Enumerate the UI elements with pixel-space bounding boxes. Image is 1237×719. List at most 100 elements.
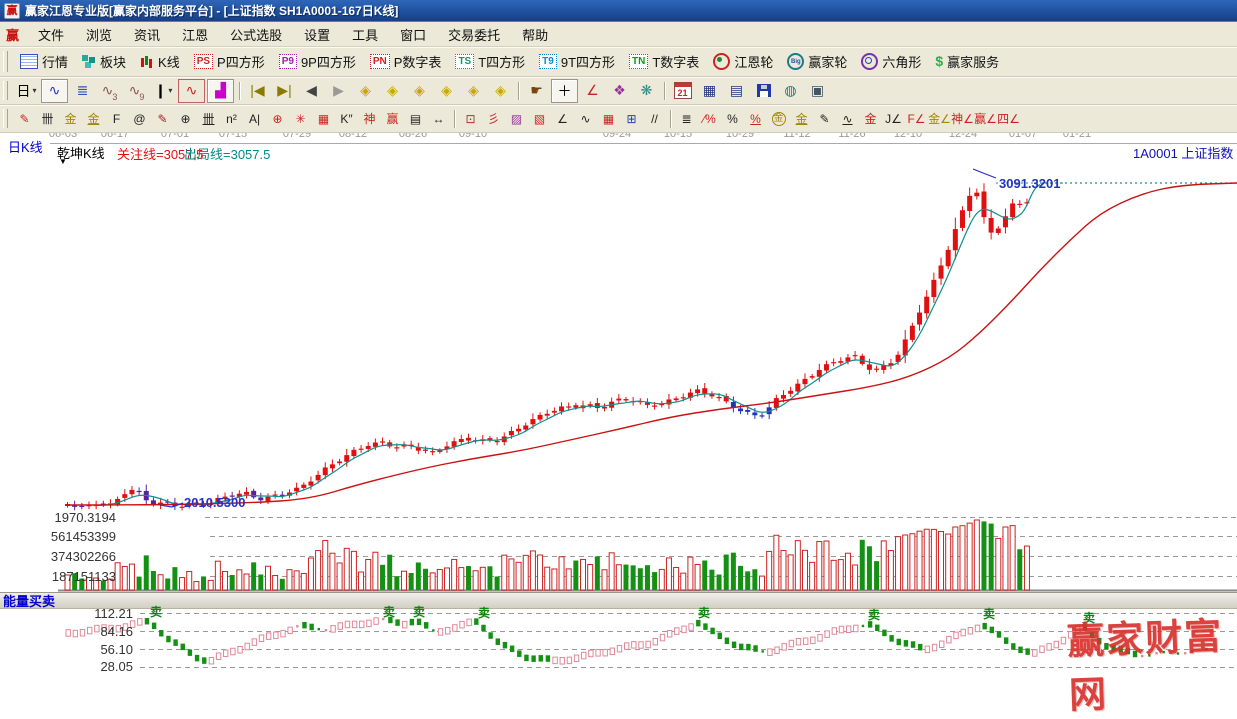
pen-tool[interactable]: ✎	[13, 108, 36, 129]
gold-box-tool[interactable]: 金	[859, 108, 882, 129]
parallel-lines-tool[interactable]: //	[643, 108, 666, 129]
gold-angle-tool[interactable]: 金∠	[928, 108, 951, 129]
square-grid-tool[interactable]: ▦	[312, 108, 335, 129]
crosshair-tool[interactable]: ＋	[551, 79, 578, 103]
period-label[interactable]: 日K线	[8, 137, 43, 156]
menu-item-7[interactable]: 窗口	[389, 25, 437, 44]
t-square-button[interactable]: TST四方形	[448, 49, 532, 74]
indicator-pane-header[interactable]: 能量买卖	[0, 592, 1237, 609]
expand-diamond[interactable]: ◈	[488, 80, 513, 102]
shen-angle-tool[interactable]: 神∠	[951, 108, 974, 129]
black-pen-tool[interactable]: ✎	[813, 108, 836, 129]
brush-tool[interactable]: ✎	[151, 108, 174, 129]
hand-tool[interactable]: ☛	[524, 80, 549, 102]
period-selector[interactable]: 日▾	[14, 80, 39, 102]
winner-service-button[interactable]: $赢家服务	[928, 49, 1006, 74]
9t-square-button[interactable]: T99T四方形	[532, 49, 622, 74]
ying-tool[interactable]: 赢	[381, 108, 404, 129]
p-number-table-button[interactable]: PNP数字表	[363, 49, 449, 74]
a-wave-tool[interactable]: ∿	[836, 108, 859, 129]
time-circle-tool[interactable]: ⊕	[174, 108, 197, 129]
kline-button[interactable]: K线	[133, 49, 187, 74]
n-square-tool[interactable]: n²	[220, 108, 243, 129]
grid-dot-tool[interactable]: ▦	[597, 108, 620, 129]
quotes-button[interactable]: 行情	[13, 49, 75, 74]
f-angle-tool[interactable]: F∠	[905, 108, 928, 129]
info-list-button[interactable]: ≣	[70, 80, 95, 102]
k-mark-tool[interactable]: K″	[335, 108, 358, 129]
menu-item-2[interactable]: 资讯	[123, 25, 171, 44]
list-lines-tool[interactable]: ≣	[675, 108, 698, 129]
compress-diamond[interactable]: ◈	[461, 80, 486, 102]
hexagon-button[interactable]: 六角形	[854, 49, 928, 74]
notes-button[interactable]: ▤	[724, 80, 749, 102]
j-angle-tool[interactable]: J∠	[882, 108, 905, 129]
ruler-123-tool[interactable]: ▤	[404, 108, 427, 129]
grid-lines-tool[interactable]: 卌	[36, 108, 59, 129]
zoom-out-diamond[interactable]: ◈	[434, 80, 459, 102]
save-button[interactable]	[751, 80, 776, 102]
shen-tool[interactable]: 神	[358, 108, 381, 129]
gann-fan-circle-tool[interactable]: ⊕	[266, 108, 289, 129]
menu-item-8[interactable]: 交易委托	[437, 25, 511, 44]
qiankun-settings-button[interactable]: ∿	[178, 79, 205, 103]
9p-square-button[interactable]: P99P四方形	[272, 49, 363, 74]
sectors-button[interactable]: 板块	[75, 49, 133, 74]
wave-3-button[interactable]: ∿3	[97, 80, 122, 102]
print-button[interactable]: ▣	[805, 80, 830, 102]
first-page-button[interactable]: |◀	[245, 80, 270, 102]
menu-item-9[interactable]: 帮助	[511, 25, 559, 44]
gann-shape-tool[interactable]: ❖	[607, 80, 632, 102]
purple-fan-box-tool[interactable]: ▨	[505, 108, 528, 129]
gold-lines-tool[interactable]: 金	[59, 108, 82, 129]
angle-line-tool[interactable]: ∠	[580, 80, 605, 102]
red-fan-box-tool[interactable]: ▧	[528, 108, 551, 129]
menu-item-3[interactable]: 江恩	[171, 25, 219, 44]
candle-style-selector[interactable]: ❙▾	[151, 80, 176, 102]
menu-item-6[interactable]: 工具	[341, 25, 389, 44]
web-publish-button[interactable]: ◍	[778, 80, 803, 102]
qiankun-kline-toggle[interactable]: ∿	[41, 79, 68, 103]
prev-page-button[interactable]: ◀	[299, 80, 324, 102]
tick-lines-tool[interactable]: 卌	[197, 108, 220, 129]
chevron-down-icon[interactable]: ▼	[59, 157, 67, 166]
gold-lines2-tool[interactable]: 金	[82, 108, 105, 129]
spiral-tool[interactable]: @	[128, 108, 151, 129]
menu-item-0[interactable]: 文件	[27, 25, 75, 44]
gold-level-tool[interactable]: 金	[790, 108, 813, 129]
star-grid-tool[interactable]: ✳	[289, 108, 312, 129]
winner-wheel-button[interactable]: Big赢家轮	[780, 49, 854, 74]
measure-tool[interactable]: ↔	[427, 108, 450, 129]
zoom-in-diamond[interactable]: ◈	[407, 80, 432, 102]
menu-item-5[interactable]: 设置	[293, 25, 341, 44]
gold-lines2-tool-icon: 金	[87, 110, 99, 127]
v-wave-tool[interactable]: ∿	[574, 108, 597, 129]
f-lines-tool[interactable]: F	[105, 108, 128, 129]
wave-shape-tool[interactable]: ❋	[634, 80, 659, 102]
volume-histogram-toggle[interactable]: ▟	[207, 79, 234, 103]
calendar-button[interactable]: 21	[670, 80, 695, 102]
gann-wheel-button[interactable]: 江恩轮	[706, 49, 780, 74]
pan-right-diamond[interactable]: ◈	[380, 80, 405, 102]
percent-tool[interactable]: %	[721, 108, 744, 129]
percent-levels-tool[interactable]: %	[744, 108, 767, 129]
next-page-button[interactable]: ▶	[326, 80, 351, 102]
menu-item-4[interactable]: 公式选股	[219, 25, 293, 44]
pan-left-diamond[interactable]: ◈	[353, 80, 378, 102]
si-angle-tool[interactable]: 四∠	[997, 108, 1020, 129]
p-square-button[interactable]: PSP四方形	[187, 49, 272, 74]
box-anchor-tool[interactable]: ⊡	[459, 108, 482, 129]
menu-item-1[interactable]: 浏览	[75, 25, 123, 44]
last-page-button[interactable]: ▶|	[272, 80, 297, 102]
calculator-button[interactable]: ▦	[697, 80, 722, 102]
a-parallel-tool[interactable]: A|	[243, 108, 266, 129]
percent-line-tool[interactable]: ⁄%	[698, 108, 721, 129]
ying-angle-tool[interactable]: 赢∠	[974, 108, 997, 129]
quotes-button-label: 行情	[42, 52, 68, 71]
gold-circle-tool[interactable]: 金	[767, 108, 790, 129]
t-number-table-button[interactable]: TNT数字表	[622, 49, 706, 74]
ray-fan-tool[interactable]: 彡	[482, 108, 505, 129]
angle-rays-tool[interactable]: ∠	[551, 108, 574, 129]
blue-grid-tool[interactable]: ⊞	[620, 108, 643, 129]
wave-9-button[interactable]: ∿9	[124, 80, 149, 102]
